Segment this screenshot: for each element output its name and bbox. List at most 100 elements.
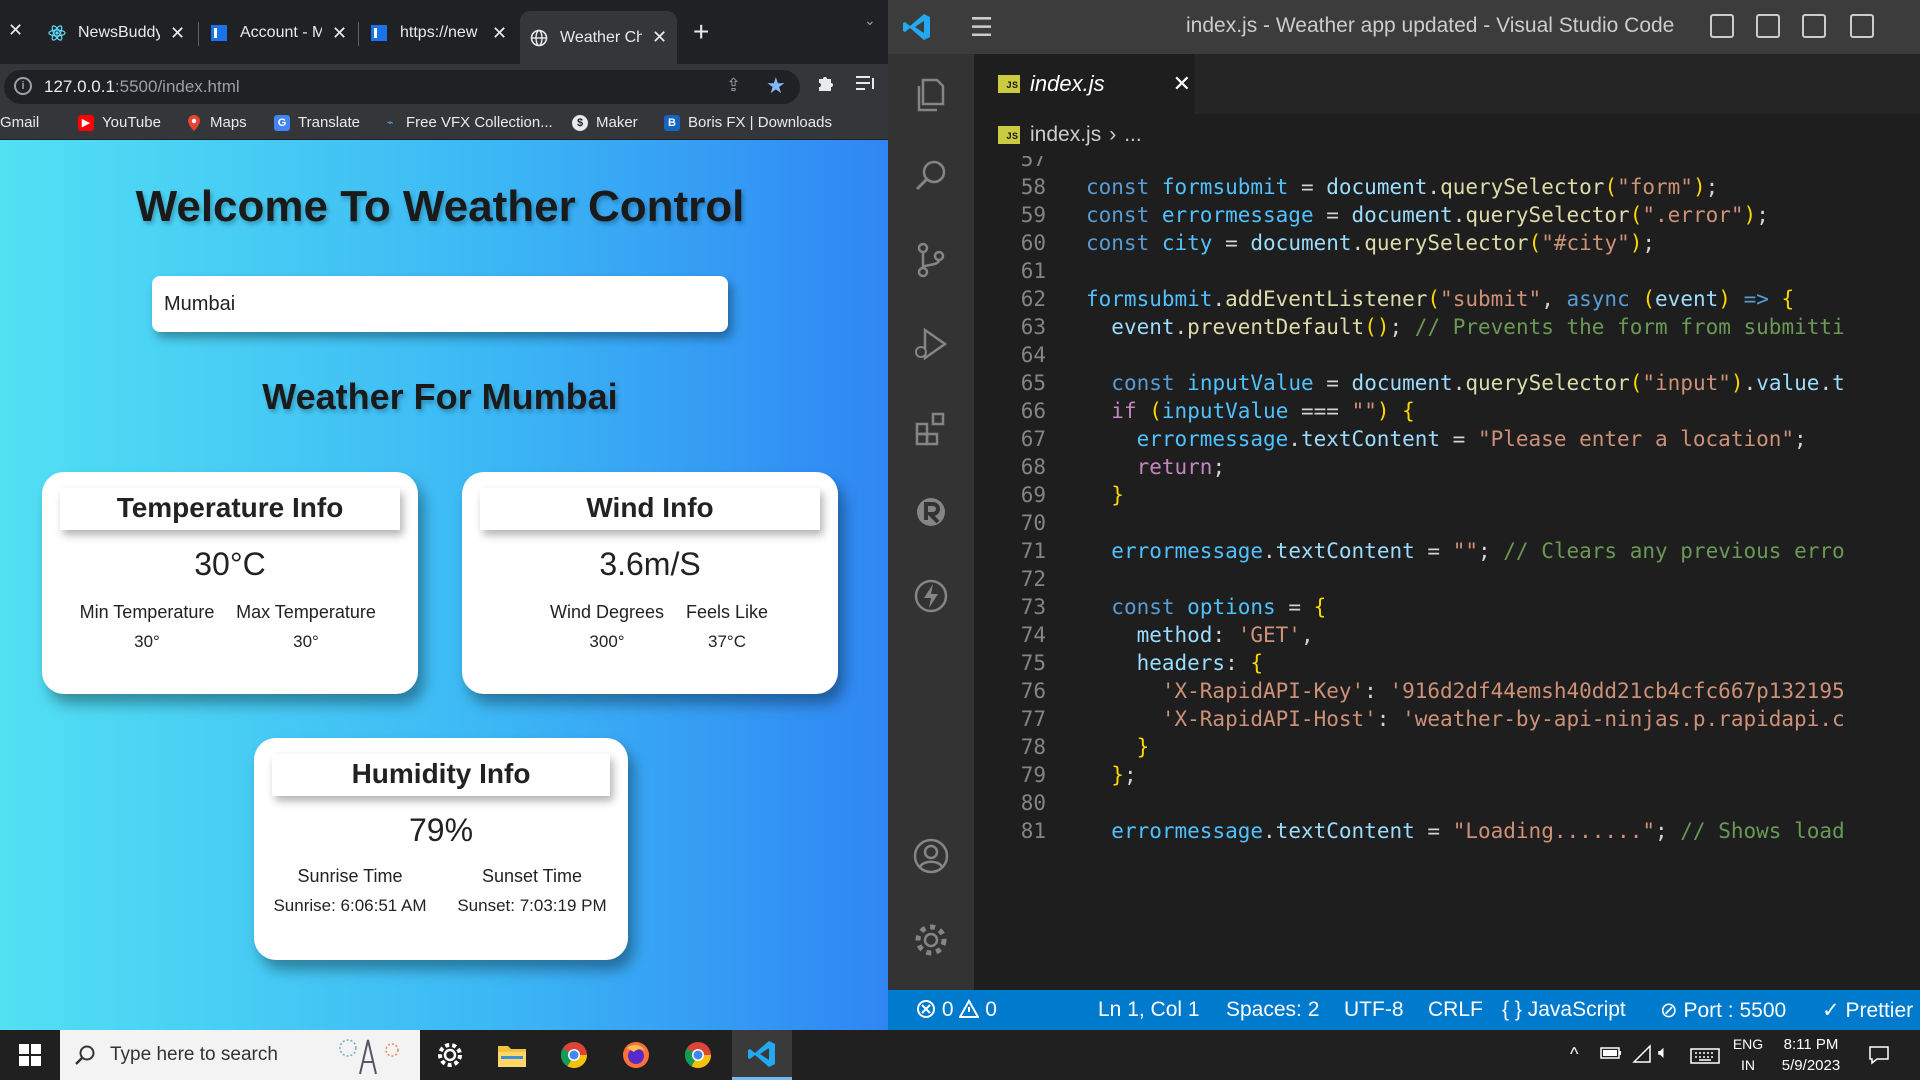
bookmark-star-icon[interactable]: ★ [766, 73, 786, 99]
bookmark-vfx[interactable]: ⌁ Free VFX Collection... [382, 114, 553, 131]
prettier-status[interactable]: ✓ Prettier [1822, 998, 1913, 1023]
bookmark-maker[interactable]: $ Maker [572, 114, 638, 131]
search-icon [75, 1045, 95, 1065]
youtube-icon: ▶ [78, 114, 94, 131]
cursor-position[interactable]: Ln 1, Col 1 [1098, 998, 1200, 1022]
taskbar-file-explorer[interactable] [482, 1030, 542, 1080]
language-mode[interactable]: { } JavaScript [1502, 998, 1626, 1022]
code-line[interactable]: 81 errormessage.textContent = "Loading..… [974, 814, 1920, 848]
indentation[interactable]: Spaces: 2 [1226, 998, 1319, 1022]
live-server-port[interactable]: ⊘ Port : 5500 [1660, 998, 1786, 1023]
prettier-label: Prettier [1845, 999, 1914, 1022]
taskbar-firefox[interactable] [606, 1030, 666, 1080]
tab-label: Weather Ch [560, 28, 642, 46]
bookmarks-bar: Gmail ▶ YouTube Maps G Translate ⌁ Free VFX… [0, 108, 888, 140]
network-icon[interactable] [1632, 1044, 1652, 1069]
close-tab-icon[interactable]: ✕ [8, 20, 23, 41]
close-icon[interactable]: ✕ [652, 27, 667, 48]
encoding[interactable]: UTF-8 [1344, 998, 1404, 1022]
tab-newsbuddy[interactable]: NewsBuddy ✕ [38, 11, 195, 55]
tab-url[interactable]: https://new ✕ [360, 11, 517, 55]
tab-account[interactable]: Account - M ✕ [200, 11, 357, 55]
close-icon[interactable]: ✕ [1173, 71, 1191, 97]
bookmark-label: Free VFX Collection... [406, 114, 553, 131]
tab-label: Account - M [240, 24, 322, 41]
share-icon[interactable]: ⇪ [726, 75, 741, 96]
toggle-panel-icon[interactable] [1756, 14, 1780, 38]
start-button[interactable] [0, 1030, 60, 1080]
window-title: index.js - Weather app updated - Visual … [1186, 14, 1675, 37]
bookmark-label: Gmail [0, 114, 40, 131]
line-ending[interactable]: CRLF [1428, 998, 1483, 1022]
chrome-icon [560, 1042, 588, 1069]
code-editor[interactable]: 57 58 const formsubmit = document.querySel… [974, 156, 1920, 990]
extensions-puzzle-icon[interactable] [816, 73, 836, 99]
keyboard-icon[interactable] [1690, 1048, 1720, 1069]
bookmark-maps[interactable]: Maps [186, 114, 247, 131]
input-language[interactable]: ENG IN [1728, 1034, 1768, 1076]
bookmark-label: YouTube [102, 114, 161, 131]
blue-square-icon [210, 24, 228, 42]
reading-list-icon[interactable] [856, 74, 876, 97]
remote-explorer-icon[interactable] [905, 486, 957, 538]
bookmark-borisfx[interactable]: B Boris FX | Downloads [664, 114, 832, 131]
no-entry-icon: ⊘ [1660, 999, 1678, 1022]
line-number: 81 [1020, 819, 1046, 843]
language-label: JavaScript [1527, 998, 1626, 1021]
close-icon[interactable]: ✕ [170, 23, 185, 44]
breadcrumb-file[interactable]: index.js [1030, 123, 1101, 147]
close-icon[interactable]: ✕ [492, 23, 507, 44]
tab-separator [198, 22, 199, 46]
taskbar-vscode[interactable] [732, 1030, 792, 1080]
battery-icon[interactable] [1600, 1046, 1622, 1065]
explorer-icon[interactable] [905, 68, 957, 120]
city-search-input[interactable] [152, 276, 728, 332]
activity-bar [888, 54, 974, 990]
close-icon[interactable]: ✕ [332, 23, 347, 44]
tab-search-icon[interactable]: ⌄ [864, 12, 876, 29]
max-temp-value: 30° [293, 632, 319, 651]
borisfx-icon: B [664, 114, 680, 131]
sunrise-label: Sunrise Time [297, 866, 403, 886]
notifications-icon[interactable] [1868, 1044, 1890, 1071]
breadcrumb-symbol[interactable]: ... [1124, 123, 1142, 147]
new-tab-button[interactable]: + [693, 16, 709, 48]
card-title: Humidity Info [272, 754, 610, 796]
settings-gear-icon[interactable] [905, 914, 957, 966]
menu-hamburger-icon[interactable]: ☰ [970, 12, 993, 43]
address-bar[interactable]: i 127.0.0.1:5500/index.html ⇪ ★ [4, 70, 800, 104]
tab-weather[interactable]: Weather Ch ✕ [520, 11, 678, 64]
source-control-icon[interactable] [905, 234, 957, 286]
browser-toolbar: i 127.0.0.1:5500/index.html ⇪ ★ [0, 64, 888, 108]
url-text[interactable]: 127.0.0.1:5500/index.html [44, 77, 240, 97]
extensions-icon[interactable] [905, 402, 957, 454]
clock[interactable]: 8:11 PM 5/9/2023 [1768, 1034, 1854, 1076]
weather-heading: Weather For Mumbai [262, 376, 618, 417]
taskbar-chrome-1[interactable] [544, 1030, 604, 1080]
run-debug-icon[interactable] [905, 318, 957, 370]
windows-taskbar: Type here to search ^ 🔈︎ ENG IN 8:11 PM … [0, 1030, 1920, 1080]
firefox-icon [623, 1042, 649, 1068]
tab-index-js[interactable]: JS index.js ✕ [974, 54, 1194, 114]
bookmark-translate[interactable]: G Translate [274, 114, 360, 131]
bookmark-youtube[interactable]: ▶ YouTube [78, 114, 161, 131]
feels-like-value: 37°C [708, 632, 746, 651]
volume-icon[interactable]: 🔈︎ [1658, 1042, 1669, 1063]
toggle-secondary-sidebar-icon[interactable] [1802, 14, 1826, 38]
site-info-icon[interactable]: i [14, 77, 32, 95]
customize-layout-icon[interactable] [1850, 14, 1874, 38]
lightning-icon[interactable] [905, 570, 957, 622]
bookmark-gmail[interactable]: Gmail [0, 114, 39, 131]
chevron-right-icon: › [1109, 123, 1117, 146]
taskbar-settings[interactable] [420, 1030, 480, 1080]
search-icon[interactable] [905, 150, 957, 202]
status-bar: 0 0 Ln 1, Col 1 Spaces: 2 UTF-8 CRLF { }… [888, 990, 1920, 1030]
problems-status[interactable]: 0 0 [916, 998, 997, 1022]
accounts-icon[interactable] [905, 830, 957, 882]
bookmark-label: Boris FX | Downloads [688, 114, 832, 131]
error-count: 0 [941, 998, 954, 1021]
show-hidden-icons-chevron-icon[interactable]: ^ [1570, 1044, 1578, 1065]
taskbar-search[interactable]: Type here to search [60, 1030, 420, 1080]
taskbar-chrome-2[interactable] [668, 1030, 728, 1080]
toggle-primary-sidebar-icon[interactable] [1710, 14, 1734, 38]
